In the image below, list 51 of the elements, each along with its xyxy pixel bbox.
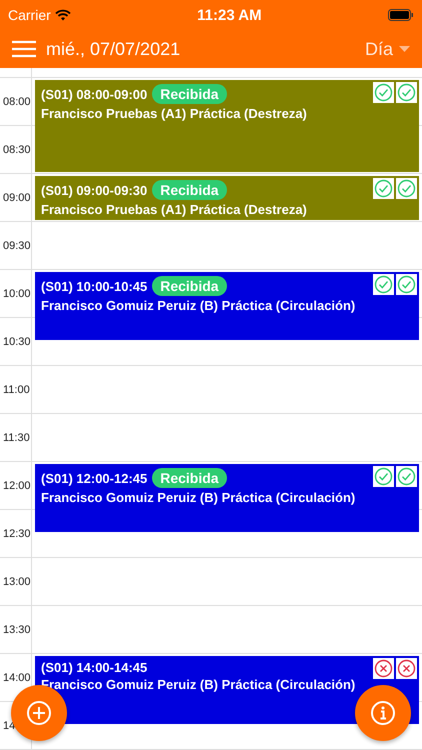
menu-button[interactable]	[12, 40, 36, 58]
time-label: 08:00	[3, 96, 31, 108]
check-icon[interactable]	[396, 466, 417, 487]
time-label: 11:30	[3, 432, 30, 444]
time-label: 13:30	[3, 624, 31, 636]
appointment-title: Francisco Pruebas (A1) Práctica (Destreza)	[41, 202, 308, 217]
status-badge: Recibida	[152, 276, 227, 296]
date-title: mié., 07/07/2021	[46, 38, 182, 60]
carrier-label: Carrier	[8, 7, 51, 23]
check-icon[interactable]	[396, 274, 417, 295]
appointment-card[interactable]: (S01) 08:00-09:00 Recibida Francisco Pruebas (A1) Práctica (Destreza)	[35, 80, 419, 172]
appointment-title: Francisco Pruebas (A1) Práctica (Destreza)	[41, 106, 308, 121]
time-label: 09:30	[3, 240, 31, 252]
time-label: 12:00	[3, 480, 31, 492]
caret-icon	[399, 46, 410, 52]
cancel-icon[interactable]	[396, 658, 417, 679]
check-icon[interactable]	[373, 82, 394, 103]
appointment-time: (S01) 10:00-10:45	[41, 278, 148, 294]
time-label: 14:00	[3, 672, 31, 684]
status-badge: Recibida	[152, 468, 227, 488]
check-icon[interactable]	[373, 274, 394, 295]
time-label: 08:30	[3, 144, 31, 156]
time-label: 10:30	[3, 336, 31, 348]
appointment-title: Francisco Gomuiz Peruiz (B) Práctica (Circulación)	[41, 677, 356, 692]
appointment-title: Francisco Gomuiz Peruiz (B) Práctica (Circulación)	[41, 298, 356, 313]
check-icon[interactable]	[396, 82, 417, 103]
check-icon[interactable]	[396, 178, 417, 199]
appointment-time: (S01) 12:00-12:45	[41, 470, 148, 486]
info-icon	[370, 700, 396, 726]
appointment-title: Francisco Gomuiz Peruiz (B) Práctica (Circulación)	[41, 490, 356, 505]
check-icon[interactable]	[373, 466, 394, 487]
clock: 11:23 AM	[197, 6, 262, 24]
menu-icon	[12, 40, 36, 58]
appointment-time: (S01) 08:00-09:00	[41, 86, 148, 102]
appointment-time: (S01) 09:00-09:30	[41, 182, 148, 198]
status-badge: Recibida	[152, 84, 227, 104]
time-label: 13:00	[3, 576, 31, 588]
time-label: 12:30	[3, 528, 31, 540]
appointment-time: (S01) 14:00-14:45	[41, 660, 148, 675]
status-badge: Recibida	[152, 180, 227, 200]
appointment-card[interactable]: (S01) 09:00-09:30 Recibida Francisco Pruebas (A1) Práctica (Destreza)	[35, 176, 419, 220]
battery-icon	[388, 9, 414, 21]
appointment-card[interactable]: (S01) 10:00-10:45 Recibida Francisco Gomuiz Peruiz (B) Práctica (Circulación)	[35, 272, 419, 340]
time-label: 09:00	[3, 192, 31, 204]
time-label: 10:00	[3, 288, 31, 300]
plus-icon	[26, 700, 52, 726]
time-label: 11:00	[3, 384, 30, 396]
wifi-icon	[54, 9, 71, 21]
cancel-icon[interactable]	[373, 658, 394, 679]
appointment-card[interactable]: (S01) 12:00-12:45 Recibida Francisco Gomuiz Peruiz (B) Práctica (Circulación)	[35, 464, 419, 532]
check-icon[interactable]	[373, 178, 394, 199]
